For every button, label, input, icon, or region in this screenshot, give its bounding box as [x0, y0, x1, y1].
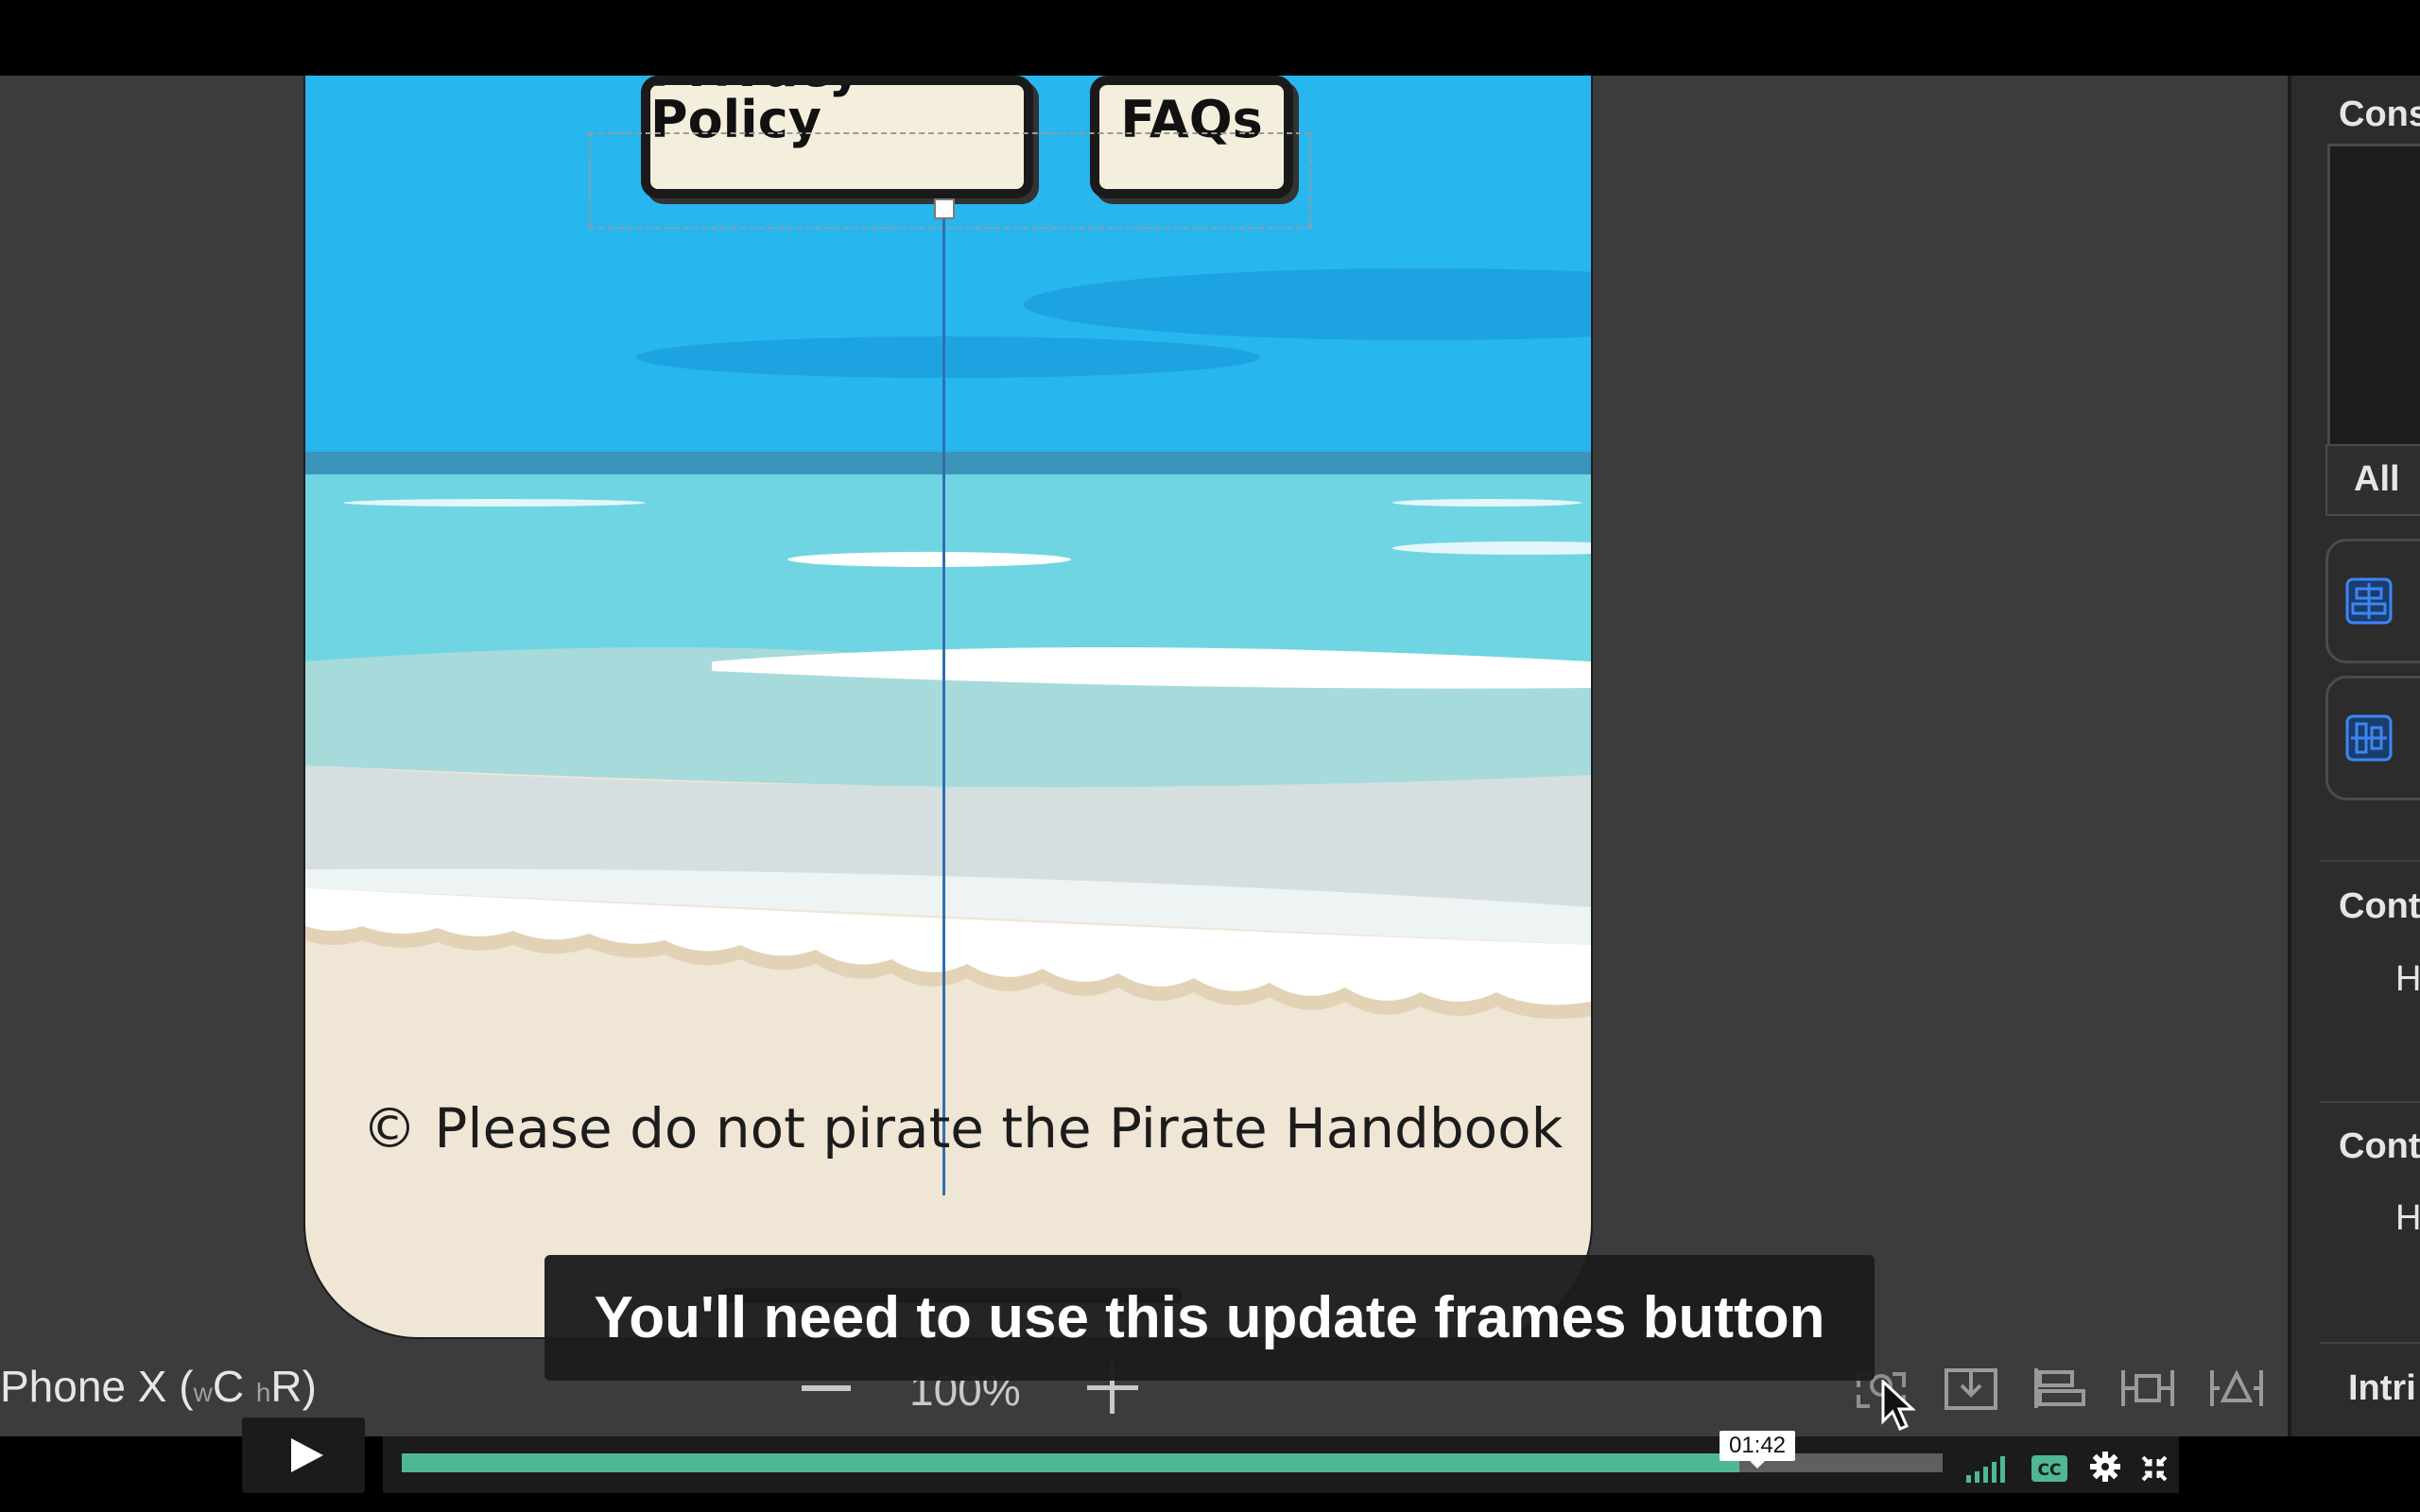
constraints-list[interactable]	[2327, 144, 2420, 450]
compression-resistance-horizontal: H	[2395, 1198, 2420, 1238]
align-center-card[interactable]	[2325, 539, 2420, 663]
content-hugging-horizontal: H	[2395, 959, 2420, 999]
center-constraint-line	[942, 208, 945, 1195]
video-subtitle: You'll need to use this update frames bu…	[544, 1255, 1875, 1381]
align-horizontal-center-icon	[2345, 577, 2393, 625]
constraints-filter-all[interactable]: All	[2325, 444, 2420, 516]
settings-gear-icon[interactable]	[2089, 1448, 2121, 1486]
time-tooltip: 01:42	[1720, 1431, 1795, 1469]
inspector-divider	[2320, 860, 2420, 862]
intrinsic-size-label: Intri	[2348, 1368, 2416, 1408]
align-vertical-card[interactable]	[2325, 676, 2420, 800]
interface-builder-canvas[interactable]: Privacy Policy FAQs © Please do not pira…	[0, 76, 2288, 1436]
resolve-issues-icon[interactable]	[2208, 1365, 2265, 1412]
svg-text:CC: CC	[2038, 1461, 2062, 1480]
play-button[interactable]	[242, 1418, 365, 1493]
content-hugging-heading: Cont	[2339, 886, 2420, 926]
phone-preview[interactable]: Privacy Policy FAQs © Please do not pira…	[305, 76, 1591, 1337]
size-class-w-value: C	[212, 1362, 245, 1411]
closed-captions-icon[interactable]: CC	[2031, 1450, 2068, 1487]
volume-icon[interactable]	[1966, 1450, 2012, 1487]
size-class-h-value: R)	[270, 1362, 317, 1411]
compression-resistance-heading: Cont	[2339, 1126, 2420, 1166]
size-class-w: w	[193, 1378, 213, 1407]
constraints-heading: Cons	[2339, 94, 2420, 134]
progress-track[interactable]: 01:42	[402, 1431, 1943, 1472]
device-name: Phone X (	[0, 1362, 194, 1411]
inspector-divider	[2320, 1101, 2420, 1103]
size-inspector-panel: Cons All Cont H Cont H Intri	[2288, 76, 2420, 1436]
video-controls-bar: 01:42 CC	[383, 1431, 2179, 1493]
add-constraints-icon[interactable]	[2119, 1365, 2176, 1412]
play-icon	[291, 1438, 323, 1472]
fullscreen-exit-icon[interactable]	[2141, 1450, 2168, 1487]
video-top-letterbox	[0, 0, 2420, 76]
zoom-out-button[interactable]	[802, 1385, 851, 1391]
align-vertical-center-icon	[2345, 714, 2393, 762]
constraint-handle[interactable]	[934, 198, 955, 219]
progress-fill	[402, 1453, 1739, 1472]
inspector-divider	[2320, 1342, 2420, 1344]
mouse-cursor-icon	[1881, 1380, 1916, 1431]
device-config-button[interactable]: Phone X (wC hR)	[0, 1361, 317, 1412]
copyright-label: © Please do not pirate the Pirate Handbo…	[362, 1096, 1564, 1160]
align-icon[interactable]	[2031, 1365, 2087, 1412]
embed-in-icon[interactable]	[1943, 1365, 1999, 1412]
size-class-h: h	[255, 1378, 271, 1407]
